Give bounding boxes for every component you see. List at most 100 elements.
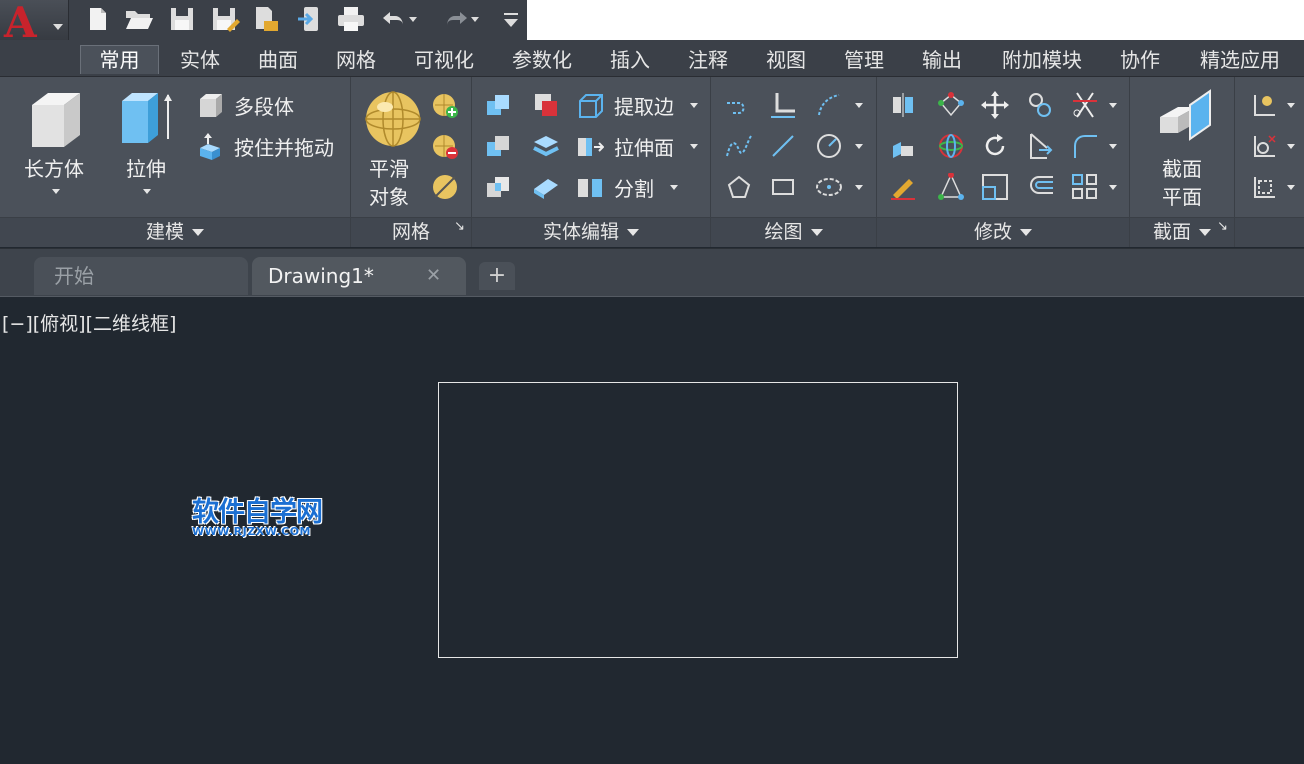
extract-edges-button[interactable]: 提取边 bbox=[576, 91, 704, 121]
polygon-icon[interactable] bbox=[725, 173, 753, 201]
fillet-icon[interactable] bbox=[1071, 132, 1099, 160]
new-icon[interactable] bbox=[84, 5, 112, 33]
rotate-icon[interactable] bbox=[981, 132, 1009, 160]
polysolid-draw-icon[interactable] bbox=[769, 91, 797, 119]
open-icon[interactable] bbox=[124, 5, 153, 33]
slice-label: 分割 bbox=[614, 177, 654, 201]
scale-3d-icon[interactable] bbox=[937, 173, 965, 201]
ellipse-icon[interactable] bbox=[815, 173, 843, 201]
thicken-icon[interactable] bbox=[532, 132, 560, 160]
tab-annotate[interactable]: 注释 bbox=[678, 46, 738, 74]
tab-drawing1[interactable]: Drawing1* ✕ bbox=[252, 257, 466, 295]
chevron-down-icon[interactable] bbox=[855, 103, 863, 108]
chevron-down-icon[interactable] bbox=[1109, 185, 1117, 190]
mirror-3d-icon[interactable] bbox=[889, 91, 917, 119]
subtract-icon[interactable] bbox=[484, 132, 512, 160]
ucs-world-icon[interactable] bbox=[1249, 91, 1277, 119]
tab-insert[interactable]: 插入 bbox=[600, 46, 660, 74]
smooth-object-button[interactable]: 平滑 对象 bbox=[359, 87, 429, 209]
chevron-down-icon[interactable] bbox=[1287, 144, 1295, 149]
copy-objects-icon[interactable] bbox=[1027, 91, 1055, 119]
extract-edges-label: 提取边 bbox=[614, 95, 674, 119]
tab-output[interactable]: 输出 bbox=[912, 46, 972, 74]
panel-mesh: 平滑 对象 网格 ↘ bbox=[351, 77, 472, 247]
dialog-launcher-icon[interactable]: ↘ bbox=[454, 213, 465, 241]
mesh-add-icon[interactable] bbox=[431, 91, 459, 119]
circle-icon[interactable] bbox=[815, 132, 843, 160]
rectangle-icon[interactable] bbox=[769, 173, 797, 201]
tab-mesh[interactable]: 网格 bbox=[326, 46, 386, 74]
scale-icon[interactable] bbox=[981, 173, 1009, 201]
chevron-down-icon bbox=[810, 229, 823, 236]
print-icon[interactable] bbox=[336, 5, 364, 33]
chevron-down-icon[interactable] bbox=[1287, 185, 1295, 190]
line-icon[interactable] bbox=[769, 132, 797, 160]
gizmo-icon[interactable] bbox=[937, 91, 965, 119]
mesh-convert-icon[interactable] bbox=[431, 173, 459, 201]
chevron-down-icon[interactable] bbox=[1287, 103, 1295, 108]
intersect-icon[interactable] bbox=[484, 173, 512, 201]
tab-featured-apps[interactable]: 精选应用 bbox=[1190, 46, 1290, 74]
tab-parametric[interactable]: 参数化 bbox=[502, 46, 582, 74]
union-icon[interactable] bbox=[484, 91, 512, 119]
application-menu-button[interactable]: A bbox=[0, 0, 69, 47]
panel-mesh-footer[interactable]: 网格 ↘ bbox=[351, 217, 471, 247]
tab-start[interactable]: 开始 bbox=[34, 257, 248, 295]
panel-modeling-footer[interactable]: 建模 bbox=[0, 217, 350, 247]
slice-button[interactable]: 分割 bbox=[576, 173, 704, 203]
redo-icon[interactable] bbox=[442, 5, 479, 33]
drawing-area[interactable]: [−][俯视][二维线框] 软件自学网 WWW.RJZXW.COM bbox=[0, 296, 1304, 764]
file-tab-bar: 开始 Drawing1* ✕ bbox=[0, 248, 1304, 297]
move-icon[interactable] bbox=[981, 91, 1009, 119]
interfere-icon[interactable] bbox=[532, 91, 560, 119]
new-tab-button[interactable]: + bbox=[479, 262, 515, 290]
offset-icon[interactable] bbox=[1027, 173, 1055, 201]
rotate-3d-icon[interactable] bbox=[937, 132, 965, 160]
align-3d-icon[interactable] bbox=[889, 132, 917, 160]
polyline-icon[interactable] bbox=[725, 91, 753, 119]
close-icon[interactable]: ✕ bbox=[426, 257, 441, 295]
share-icon[interactable] bbox=[296, 5, 324, 33]
panel-draw-footer[interactable]: 绘图 bbox=[711, 217, 876, 247]
box-button[interactable]: 长方体 bbox=[18, 87, 94, 197]
drawn-rectangle[interactable] bbox=[438, 382, 958, 658]
tab-surface[interactable]: 曲面 bbox=[248, 46, 308, 74]
extrude-button[interactable]: 拉伸 bbox=[110, 87, 186, 197]
imprint-icon[interactable] bbox=[532, 173, 560, 201]
tab-collaborate[interactable]: 协作 bbox=[1110, 46, 1170, 74]
save-as-icon[interactable] bbox=[210, 5, 240, 33]
mesh-remove-icon[interactable] bbox=[431, 132, 459, 160]
section-plane-button[interactable]: 截面 平面 bbox=[1144, 87, 1224, 209]
spline-icon[interactable] bbox=[725, 132, 753, 160]
save-icon[interactable] bbox=[168, 5, 196, 33]
chevron-down-icon[interactable] bbox=[1109, 144, 1117, 149]
polysolid-button[interactable]: 多段体 bbox=[196, 91, 336, 121]
undo-icon[interactable] bbox=[380, 5, 417, 33]
panel-coordinates-footer[interactable] bbox=[1235, 217, 1304, 247]
dialog-launcher-icon[interactable]: ↘ bbox=[1217, 213, 1228, 241]
extrude-faces-button[interactable]: 拉伸面 bbox=[576, 132, 704, 162]
tab-visualize[interactable]: 可视化 bbox=[404, 46, 484, 74]
tab-addins[interactable]: 附加模块 bbox=[992, 46, 1092, 74]
trim-icon[interactable] bbox=[1071, 91, 1099, 119]
tab-solid[interactable]: 实体 bbox=[170, 46, 230, 74]
presspull-button[interactable]: 按住并拖动 bbox=[196, 132, 346, 162]
panel-section-footer[interactable]: 截面 ↘ bbox=[1130, 217, 1234, 247]
stretch-icon[interactable] bbox=[1027, 132, 1055, 160]
viewport-controls[interactable]: [−][俯视][二维线框] bbox=[2, 309, 176, 336]
open-from-web-icon[interactable] bbox=[252, 5, 280, 33]
chevron-down-icon[interactable] bbox=[855, 185, 863, 190]
tab-manage[interactable]: 管理 bbox=[834, 46, 894, 74]
chevron-down-icon[interactable] bbox=[1109, 103, 1117, 108]
tab-home[interactable]: 常用 bbox=[80, 45, 159, 74]
array-icon[interactable] bbox=[1071, 173, 1099, 201]
panel-solid-editing-footer[interactable]: 实体编辑 bbox=[472, 217, 710, 247]
chevron-down-icon[interactable] bbox=[855, 144, 863, 149]
customize-icon[interactable] bbox=[500, 5, 528, 33]
arc-icon[interactable] bbox=[815, 91, 843, 119]
panel-modify-footer[interactable]: 修改 bbox=[877, 217, 1129, 247]
tab-view[interactable]: 视图 bbox=[756, 46, 816, 74]
ucs-origin-icon[interactable] bbox=[1249, 132, 1277, 160]
ucs-object-icon[interactable] bbox=[1249, 173, 1277, 201]
erase-icon[interactable] bbox=[889, 173, 917, 201]
